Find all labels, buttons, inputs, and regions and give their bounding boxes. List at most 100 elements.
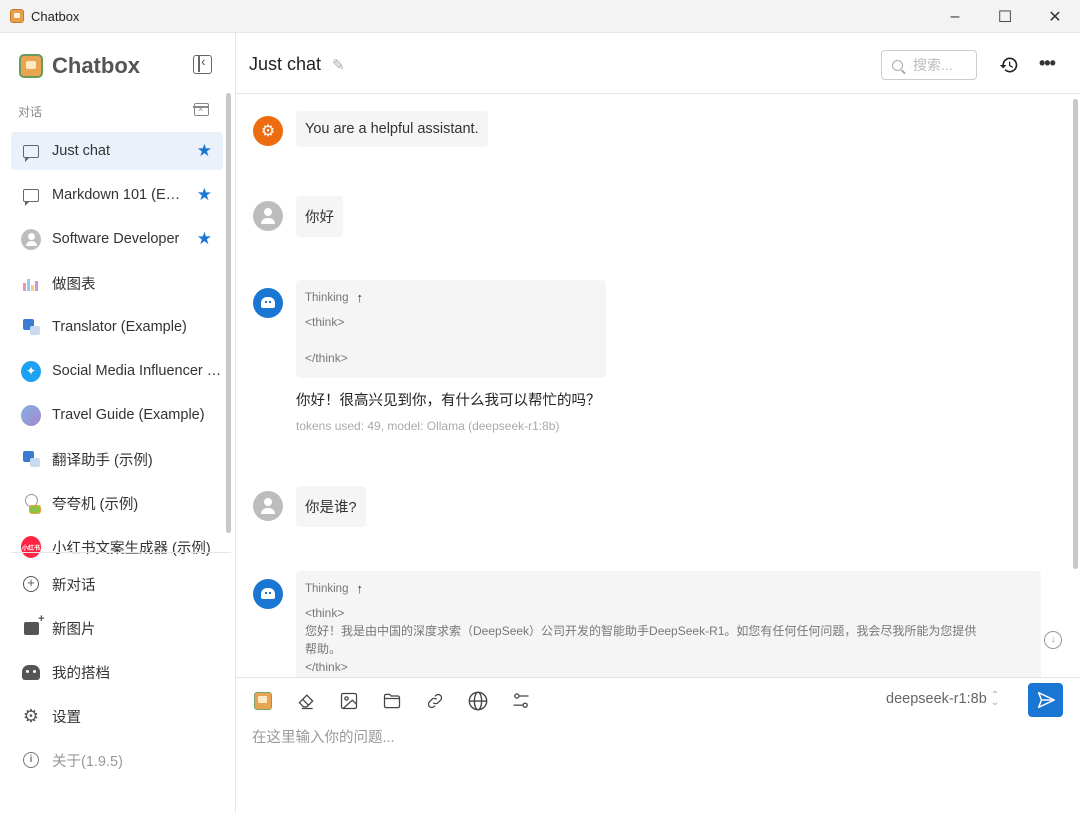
settings-button[interactable]: ⚙ 设置 <box>11 694 223 738</box>
conversation-item[interactable]: Translator (Example) <box>11 308 223 346</box>
chatbox-icon[interactable] <box>252 690 274 712</box>
scroll-to-bottom-button[interactable]: ↓ <box>1044 631 1062 649</box>
thinking-label: Thinking <box>305 582 349 595</box>
globe-travel-icon <box>21 404 41 426</box>
assistant-reply: 你好！很高兴见到你，有什么我可以帮忙的吗？ <box>296 393 601 409</box>
thinking-line: 您好！我是由中国的深度求索（DeepSeek）公司开发的智能助手DeepSeek… <box>305 624 977 638</box>
star-icon[interactable]: ★ <box>197 229 212 249</box>
chatbox-logo-icon <box>19 54 43 78</box>
thinking-header[interactable]: Thinking ↑ <box>305 581 1032 596</box>
chart-icon <box>21 273 41 293</box>
nav-label: 新图片 <box>52 621 96 638</box>
conversation-item[interactable]: 做图表 <box>11 264 223 302</box>
conversation-item[interactable]: 夸夸机 (示例) <box>11 484 223 522</box>
message-bubble: 你好 <box>296 196 343 237</box>
close-button[interactable]: ✕ <box>1030 0 1080 33</box>
model-selector[interactable]: deepseek-r1:8b ⌃ ⌄ <box>886 690 1000 708</box>
message-list: ⚙ You are a helpful assistant. 你好 Thinki… <box>236 95 1080 677</box>
thinking-block: Thinking ↑ <think> 您好！我是由中国的深度求索（DeepSee… <box>296 571 1041 677</box>
search-input[interactable] <box>913 57 973 73</box>
conversation-label: Markdown 101 (Example) <box>52 187 187 203</box>
thinking-line <box>305 331 597 349</box>
message-bubble: 你是谁? <box>296 486 366 527</box>
message-input[interactable] <box>252 726 1062 806</box>
collapse-sidebar-button[interactable] <box>193 53 212 74</box>
sidebar-nav: + 新对话 新图片 我的搭档 ⚙ 设置 i 关于(1.9.5) <box>11 562 223 782</box>
history-button[interactable] <box>998 54 1020 76</box>
conversation-item[interactable]: ✦ Social Media Influencer (Example) <box>11 352 223 390</box>
search-box[interactable] <box>881 50 977 80</box>
model-name: deepseek-r1:8b <box>886 691 987 707</box>
message-scrollbar[interactable] <box>1073 99 1078 569</box>
image-icon[interactable] <box>338 690 360 712</box>
brand: Chatbox <box>19 53 140 79</box>
chat-header: Just chat ✎ ••• <box>236 33 1080 94</box>
sidebar: Chatbox 对话 Just chat ★ Markdown 101 (Exa… <box>0 33 236 813</box>
conversation-item[interactable]: Markdown 101 (Example) ★ <box>11 176 223 214</box>
nav-label: 新对话 <box>52 577 96 594</box>
new-image-button[interactable]: 新图片 <box>11 606 223 650</box>
chat-bubble-icon <box>21 185 41 206</box>
folder-icon[interactable] <box>381 690 403 712</box>
chat-bubble-icon <box>21 141 41 162</box>
window-controls: – ☐ ✕ <box>930 0 1080 33</box>
my-copilots-button[interactable]: 我的搭档 <box>11 650 223 694</box>
cheer-mascot-icon <box>21 493 41 514</box>
gear-icon: ⚙ <box>22 706 40 726</box>
main-panel: Just chat ✎ ••• ⚙ You are a helpful assi… <box>236 33 1080 813</box>
conversation-label: Social Media Influencer (Example) <box>52 363 222 379</box>
collapse-arrow-icon[interactable]: ↑ <box>356 290 363 305</box>
conversation-item[interactable]: 翻译助手 (示例) <box>11 440 223 478</box>
conversation-label: Just chat <box>52 143 111 159</box>
thinking-block: Thinking ↑ <think> </think> <box>296 280 606 378</box>
bot-avatar-icon <box>253 579 283 609</box>
chat-title: Just chat <box>249 54 322 74</box>
add-image-icon <box>21 613 45 638</box>
thinking-label: Thinking <box>305 291 349 304</box>
thinking-line: <think> <box>305 606 345 620</box>
star-icon[interactable]: ★ <box>197 185 212 205</box>
user-avatar-icon <box>253 201 283 231</box>
translate-icon <box>21 449 41 469</box>
message-bubble: You are a helpful assistant. <box>296 111 488 147</box>
conversation-item[interactable]: 小红书 小红书文案生成器 (示例) <box>11 528 223 566</box>
system-gear-icon: ⚙ <box>253 116 283 146</box>
twitter-icon: ✦ <box>21 360 41 382</box>
chevron-updown-icon: ⌃ ⌄ <box>990 690 1000 708</box>
conversation-item[interactable]: Software Developer ★ <box>11 220 223 258</box>
conversation-label: 做图表 <box>52 276 96 293</box>
conversation-list: Just chat ★ Markdown 101 (Example) ★ Sof… <box>11 132 223 572</box>
send-button[interactable] <box>1028 683 1063 717</box>
title-bar: Chatbox – ☐ ✕ <box>0 0 1080 33</box>
more-options-button[interactable]: ••• <box>1039 53 1056 74</box>
translate-icon <box>21 317 41 337</box>
conversation-item[interactable]: Just chat ★ <box>11 132 223 170</box>
star-icon[interactable]: ★ <box>197 141 212 161</box>
archive-icon[interactable] <box>193 103 209 116</box>
thinking-header[interactable]: Thinking ↑ <box>305 290 597 305</box>
minimize-button[interactable]: – <box>930 0 980 33</box>
conversation-item[interactable]: Travel Guide (Example) <box>11 396 223 434</box>
collapse-arrow-icon[interactable]: ↑ <box>356 581 363 596</box>
conversation-label: 翻译助手 (示例) <box>52 452 153 469</box>
maximize-button[interactable]: ☐ <box>980 0 1030 33</box>
new-chat-button[interactable]: + 新对话 <box>11 562 223 606</box>
search-icon <box>892 59 903 71</box>
user-avatar-icon <box>21 228 41 250</box>
nav-label: 设置 <box>52 709 81 726</box>
globe-icon[interactable] <box>467 690 489 712</box>
conversation-label: Translator (Example) <box>52 319 187 335</box>
settings-sliders-icon[interactable] <box>510 690 532 712</box>
sidebar-scrollbar[interactable] <box>226 93 231 533</box>
conversation-label: Travel Guide (Example) <box>52 407 205 423</box>
conversations-section-label: 对话 <box>18 105 43 119</box>
link-icon[interactable] <box>424 690 446 712</box>
composer-toolbar <box>252 690 553 712</box>
edit-title-icon[interactable]: ✎ <box>332 56 345 74</box>
about-button[interactable]: i 关于(1.9.5) <box>11 738 223 782</box>
nav-label: 关于(1.9.5) <box>52 753 123 770</box>
nav-label: 我的搭档 <box>52 665 110 682</box>
thinking-line: </think> <box>305 351 348 365</box>
conversation-label: Software Developer <box>52 231 180 247</box>
eraser-icon[interactable] <box>295 690 317 712</box>
